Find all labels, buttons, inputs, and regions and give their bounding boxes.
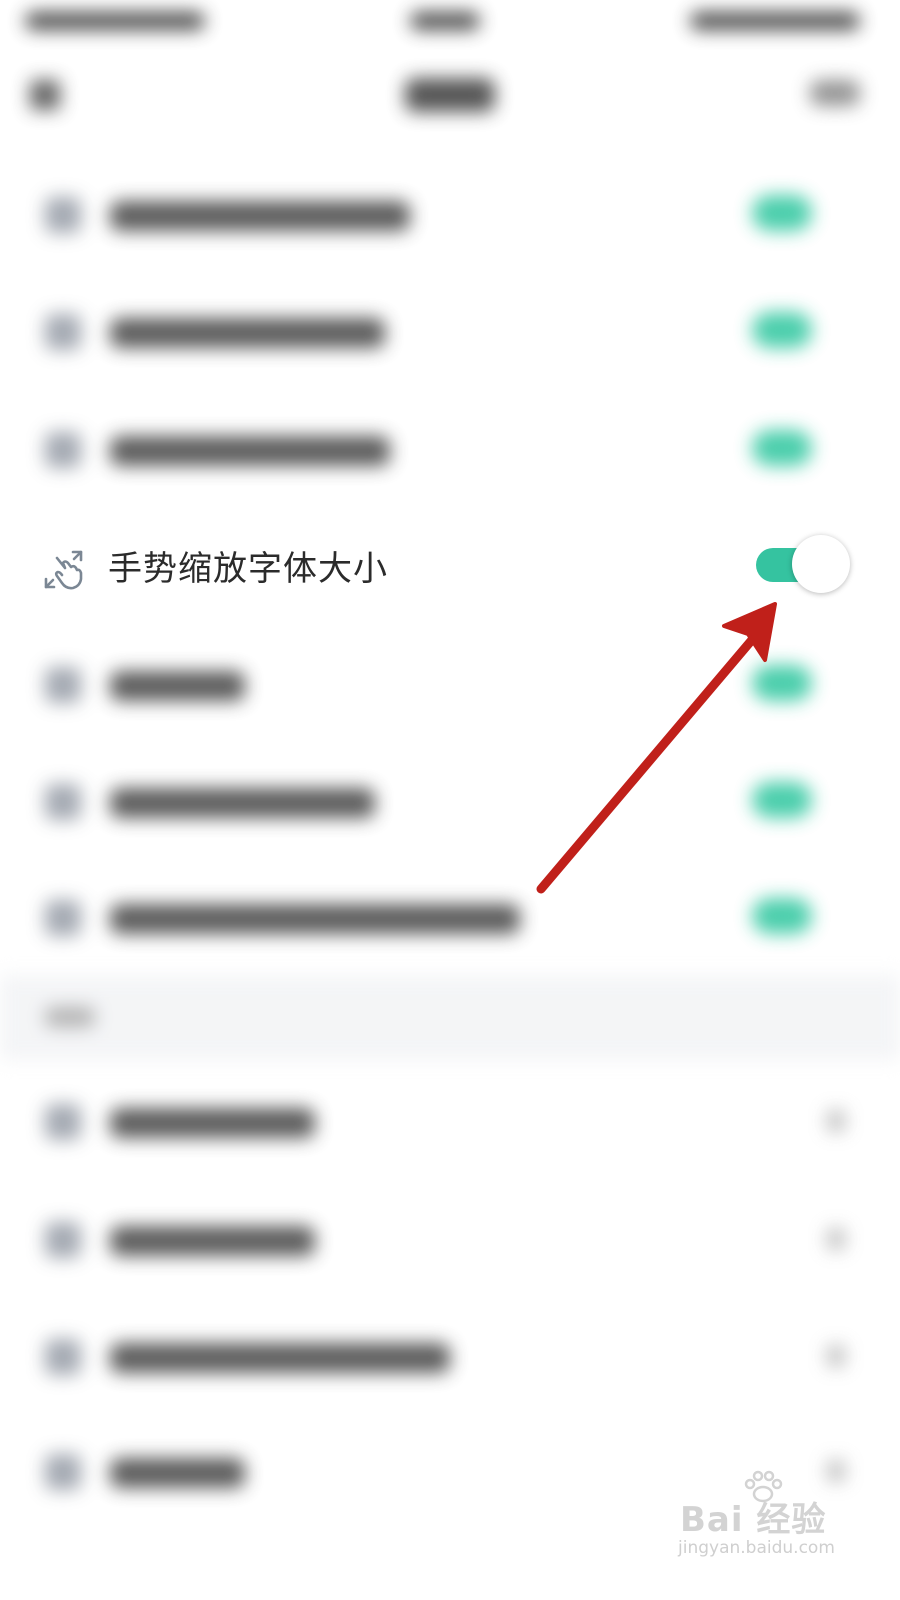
settings-row[interactable] xyxy=(0,1297,900,1415)
row-toggle[interactable] xyxy=(752,195,812,231)
settings-row[interactable] xyxy=(0,155,900,273)
row-icon xyxy=(45,197,81,233)
row-label xyxy=(110,788,375,818)
settings-row[interactable] xyxy=(0,625,900,743)
watermark-brand: Bai 经验 xyxy=(680,1500,827,1540)
row-label xyxy=(110,201,410,231)
section-header xyxy=(0,975,900,1060)
row-label xyxy=(110,671,245,701)
row-icon xyxy=(45,1104,81,1140)
back-icon[interactable] xyxy=(30,80,60,110)
row-label xyxy=(110,436,390,466)
status-time xyxy=(410,12,480,30)
row-label xyxy=(110,1108,315,1138)
row-toggle[interactable] xyxy=(752,312,812,348)
row-icon xyxy=(45,784,81,820)
watermark-url: jingyan.baidu.com xyxy=(678,1538,835,1558)
nav-title xyxy=(405,78,495,112)
nav-bar xyxy=(0,50,900,140)
status-indicators xyxy=(690,12,860,30)
row-label xyxy=(110,1343,450,1373)
row-toggle[interactable] xyxy=(752,430,812,466)
row-label xyxy=(110,318,385,348)
row-toggle[interactable] xyxy=(752,898,812,934)
row-icon xyxy=(45,667,81,703)
row-label xyxy=(110,1226,315,1256)
chevron-right-icon xyxy=(827,1345,845,1367)
settings-row[interactable] xyxy=(0,272,900,390)
gesture-zoom-icon xyxy=(44,550,83,590)
status-bar xyxy=(0,0,900,50)
setting-label: 手势缩放字体大小 xyxy=(108,549,388,589)
settings-row[interactable] xyxy=(0,742,900,860)
row-label xyxy=(110,904,520,934)
row-icon xyxy=(45,1222,81,1258)
settings-screen: 手势缩放字体大小 Bai 经验 jingyan.baidu.com xyxy=(0,0,900,1600)
chevron-right-icon xyxy=(827,1228,845,1250)
status-carrier xyxy=(25,12,205,30)
gesture-zoom-toggle[interactable] xyxy=(756,534,852,596)
row-icon xyxy=(45,432,81,468)
row-icon xyxy=(45,314,81,350)
nav-action[interactable] xyxy=(810,80,860,106)
settings-row[interactable] xyxy=(0,1062,900,1180)
settings-row[interactable] xyxy=(0,390,900,508)
row-icon xyxy=(45,1339,81,1375)
toggle-knob xyxy=(792,535,850,593)
row-label xyxy=(110,1458,245,1488)
baidu-watermark: Bai 经验 jingyan.baidu.com xyxy=(672,1470,852,1560)
row-icon xyxy=(45,1454,81,1490)
section-title xyxy=(45,1007,95,1027)
gesture-zoom-setting-row[interactable]: 手势缩放字体大小 xyxy=(0,508,900,626)
settings-row[interactable] xyxy=(0,1180,900,1298)
row-toggle[interactable] xyxy=(752,782,812,818)
chevron-right-icon xyxy=(827,1110,845,1132)
settings-row[interactable] xyxy=(0,858,900,976)
row-toggle[interactable] xyxy=(752,665,812,701)
row-icon xyxy=(45,900,81,936)
